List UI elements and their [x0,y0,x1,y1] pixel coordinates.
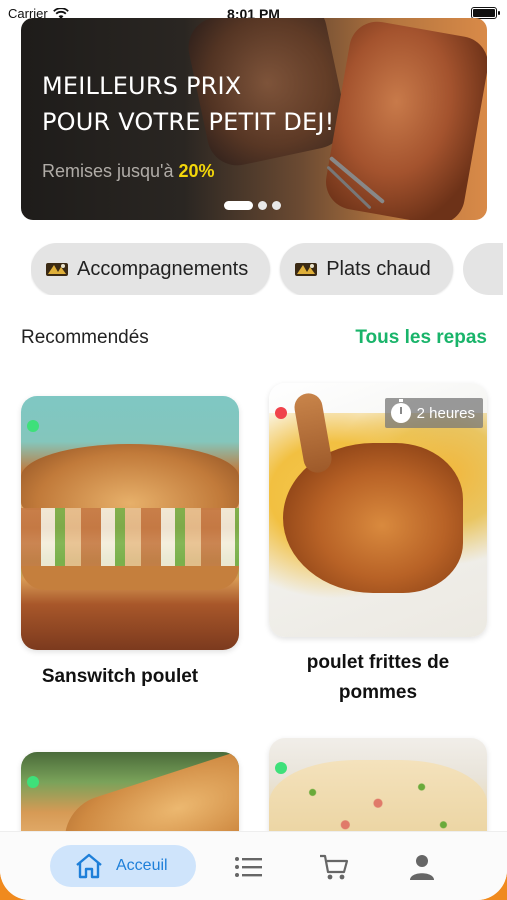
section-title: Recommendés [21,327,149,348]
category-chip-plats-chaud[interactable]: Plats chaud [280,243,453,295]
list-icon[interactable] [233,852,265,882]
bottom-nav: Acceuil [0,831,507,900]
nav-home-button[interactable]: Acceuil [50,845,196,887]
category-chip-accompagnements[interactable]: Accompagnements [31,243,271,295]
food-category-icon [295,263,318,276]
cart-icon[interactable] [318,852,350,882]
nav-home-label: Acceuil [116,857,168,874]
category-chip-label: Plats chaud [326,257,431,280]
banner-promo: Remises jusqu'à 20% [42,161,215,182]
sandwich-bottom [21,566,239,590]
carousel-dot-active[interactable] [224,201,253,210]
meal-card[interactable]: 2 heures [269,383,487,637]
promo-banner[interactable]: MEILLEURS PRIX POUR VOTRE PETIT DEJ! Rem… [21,18,487,220]
promo-text: Remises jusqu'à [42,161,174,181]
see-all-link[interactable]: Tous les repas [355,327,487,349]
sandwich-filling [21,508,239,568]
category-chips: Accompagnements Plats chaud [31,243,507,295]
carousel-dot[interactable] [258,201,267,210]
meal-card[interactable] [21,396,239,650]
meal-name[interactable]: poulet frittes de pommes [279,648,477,708]
promo-highlight: 20% [178,161,215,181]
prep-time-badge: 2 heures [384,398,483,428]
carousel-dot[interactable] [272,201,281,210]
prep-time-label: 2 heures [416,404,475,422]
banner-title-line1: MEILLEURS PRIX [42,72,242,100]
carousel-dots [224,201,281,210]
banner-steak-image [321,18,487,220]
meal-name[interactable]: Sanswitch poulet [21,662,219,692]
sandwich-image [21,444,239,510]
category-chip-partial[interactable] [462,243,503,295]
availability-dot [27,420,39,432]
banner-title: MEILLEURS PRIX POUR VOTRE PETIT DEJ! [42,68,334,140]
food-category-icon [46,263,68,276]
availability-dot [275,407,287,419]
home-icon [76,853,102,879]
banner-title-line2: POUR VOTRE PETIT DEJ! [42,108,335,136]
profile-icon[interactable] [406,852,438,882]
app-screen: Carrier 8:01 PM MEILLEURS PRIX POUR VOTR… [0,0,507,900]
availability-dot [27,776,39,788]
section-header: Recommendés Tous les repas [21,327,487,349]
timer-icon [390,399,411,423]
category-chip-label: Accompagnements [77,257,249,280]
availability-dot [275,762,287,774]
